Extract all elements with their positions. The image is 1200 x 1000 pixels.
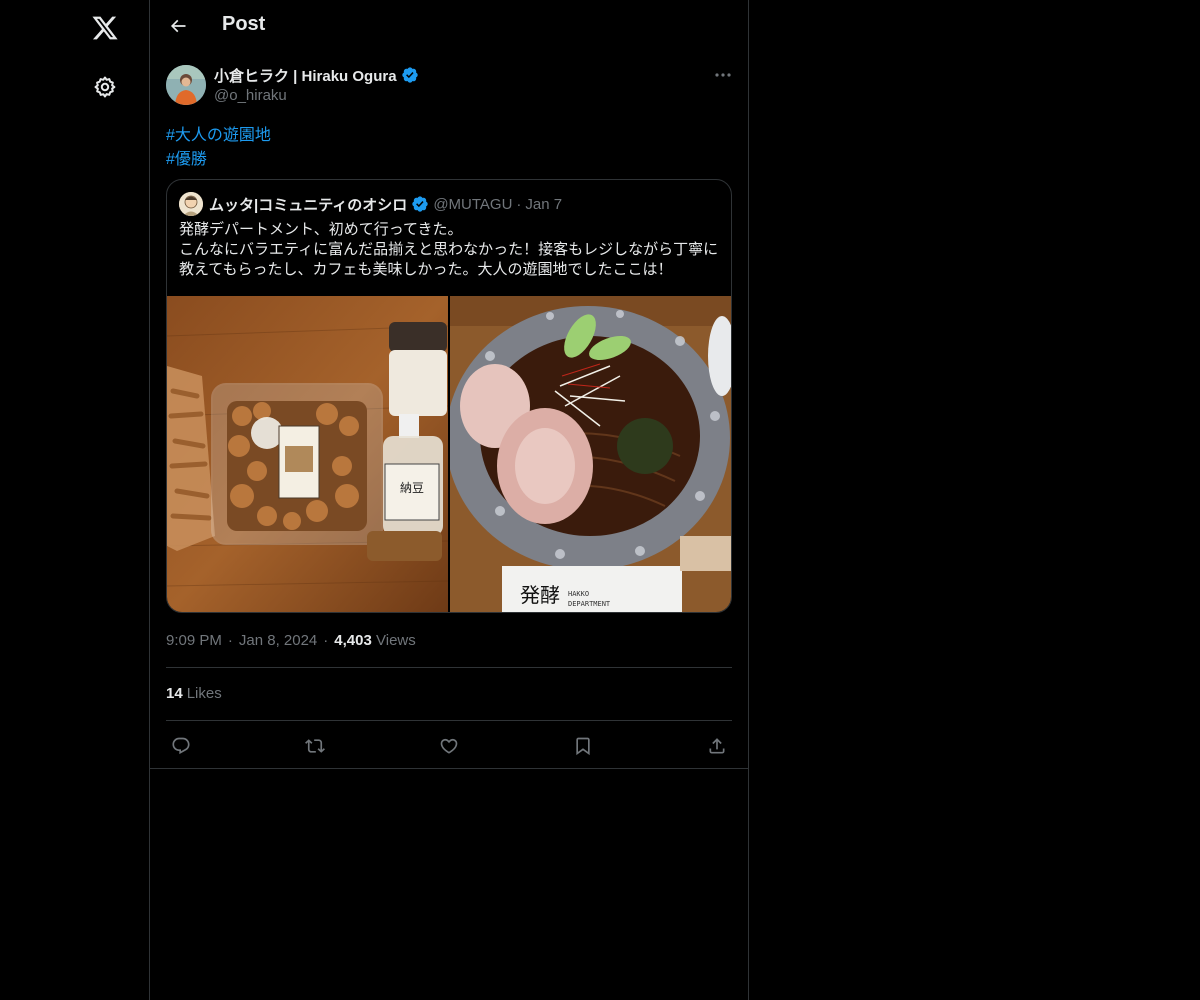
hakko-logo-sub: DEPARTMENT [568, 600, 611, 608]
quoted-text-line: こんなにバラエティに富んだ品揃えと思わなかった！接客もレジしながら丁寧に [179, 241, 719, 258]
post-date[interactable]: Jan 8, 2024 [239, 632, 317, 649]
quoted-author-handle: @MUTAGU [433, 195, 513, 213]
author-name[interactable]: 小倉ヒラク | Hiraku Ogura [214, 65, 419, 85]
views-label: Views [376, 632, 416, 649]
reply-icon [172, 737, 190, 755]
hakko-logo-sub: HAKKO [568, 590, 589, 598]
post-meta: 9:09 PM · Jan 8, 2024 · 4,403 Views [166, 632, 416, 649]
back-arrow-icon [170, 19, 186, 33]
bookmark-button[interactable] [570, 733, 596, 759]
reply-button[interactable] [168, 733, 194, 759]
views-count: 4,403 [334, 632, 372, 649]
divider [166, 720, 732, 721]
quoted-post-header: ムッタ|コミュニティのオシロ @MUTAGU · Jan 7 [179, 192, 562, 216]
author-handle[interactable]: @o_hiraku [214, 87, 287, 104]
post-header: Post [150, 0, 748, 53]
hashtag-link[interactable]: #優勝 [166, 145, 207, 169]
likes-link[interactable]: 14 Likes [166, 685, 222, 702]
like-icon [440, 738, 458, 754]
post-time[interactable]: 9:09 PM [166, 632, 222, 649]
hakko-logo: 発酵 [520, 583, 560, 607]
likes-label: Likes [186, 685, 222, 702]
verified-badge-icon [401, 67, 418, 83]
quoted-image-products[interactable]: 納豆 [167, 296, 448, 612]
page-title: Post [222, 13, 266, 35]
quoted-post[interactable]: ムッタ|コミュニティのオシロ @MUTAGU · Jan 7 発酵デパートメント… [166, 179, 732, 613]
divider [166, 667, 732, 668]
quoted-post-text: 発酵デパートメント、初めて行ってきた。 こんなにバラエティに富んだ品揃えと思わな… [179, 220, 723, 280]
quoted-author-avatar [179, 192, 203, 216]
like-button[interactable] [436, 733, 462, 759]
share-button[interactable] [704, 733, 730, 759]
author-avatar[interactable] [166, 65, 206, 105]
author-name-text[interactable]: 小倉ヒラク | Hiraku Ogura [214, 65, 397, 86]
left-navigation [0, 0, 150, 1000]
settings-icon[interactable] [86, 68, 124, 106]
more-button[interactable] [708, 64, 738, 86]
likes-count: 14 [166, 685, 183, 702]
quoted-text-line: 発酵デパートメント、初めて行ってきた。 [179, 221, 463, 238]
natto-label: 納豆 [400, 481, 424, 495]
separator-dot: · [227, 632, 233, 649]
quoted-author-name: ムッタ|コミュニティのオシロ [209, 196, 408, 214]
quoted-post-date: Jan 7 [525, 195, 563, 213]
post-column: Post 小倉ヒラク | Hiraku Ogura @o_hiraku #大人の… [150, 0, 749, 1000]
repost-button[interactable] [302, 733, 328, 759]
x-logo-icon[interactable] [86, 9, 124, 47]
separator-dot: · [323, 632, 329, 649]
quoted-image-soba[interactable]: 発酵 HAKKO DEPARTMENT [450, 296, 731, 612]
verified-badge-icon [412, 196, 428, 212]
repost-icon [305, 739, 325, 753]
divider [150, 768, 748, 769]
share-icon [709, 738, 725, 754]
quoted-text-line: 教えてもらったし、カフェも美味しかった。大人の遊園地でしたここは！ [179, 261, 673, 278]
back-button[interactable] [162, 10, 194, 42]
more-icon [715, 73, 731, 77]
bookmark-icon [576, 737, 590, 756]
separator-dot: · [516, 195, 522, 213]
hashtag-link[interactable]: #大人の遊園地 [166, 121, 271, 145]
